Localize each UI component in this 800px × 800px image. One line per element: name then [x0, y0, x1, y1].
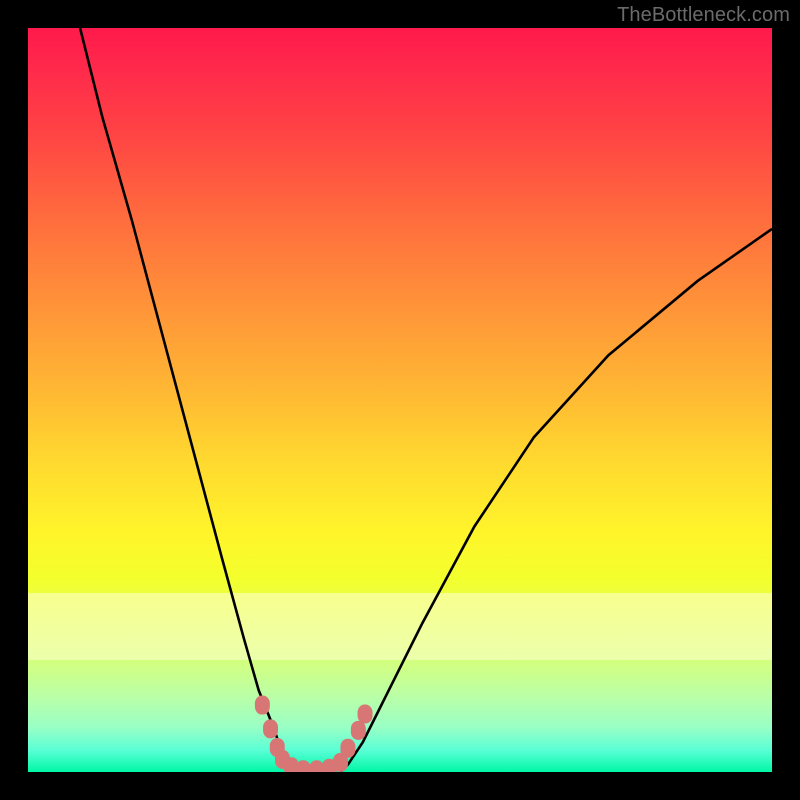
curve-right-branch — [340, 229, 772, 772]
curve-left-branch — [80, 28, 296, 772]
plot-area — [28, 28, 772, 772]
valley-marker — [255, 696, 270, 715]
watermark-text: TheBottleneck.com — [617, 4, 790, 27]
valley-marker — [358, 704, 373, 723]
valley-marker — [351, 721, 366, 740]
valley-marker — [340, 739, 355, 758]
curve-layer — [28, 28, 772, 772]
bottleneck-curve — [80, 28, 772, 772]
valley-marker-group — [255, 696, 373, 772]
valley-marker — [263, 719, 278, 738]
chart-frame: TheBottleneck.com — [0, 0, 800, 800]
